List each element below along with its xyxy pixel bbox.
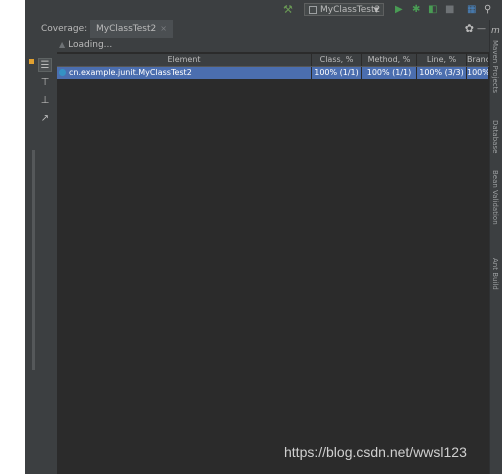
tool-maven-projects[interactable]: Maven Projects bbox=[491, 40, 499, 93]
ide-window: ⚒ MyClassTest2 ▼ ▶ ✱ ◧ ■ ▦ ⚲ Coverage: M… bbox=[25, 0, 502, 474]
coverage-content: ▲ Loading... Element Class, % Method, % L… bbox=[57, 38, 489, 474]
cell-element: cn.example.junit.MyClassTest2 bbox=[57, 67, 312, 79]
main-toolbar: ⚒ MyClassTest2 ▼ ▶ ✱ ◧ ■ ▦ ⚲ bbox=[25, 0, 502, 21]
watermark-text: https://blog.csdn.net/wwsl123 bbox=[284, 444, 467, 460]
loading-text: Loading... bbox=[68, 40, 113, 50]
hammer-icon[interactable]: ⚒ bbox=[283, 3, 293, 17]
filter-icon[interactable]: ⊤ bbox=[38, 76, 52, 90]
config-icon bbox=[309, 5, 317, 14]
coverage-side-toolbar: ☰ ⊤ ⊥ ↗ bbox=[35, 38, 58, 474]
filter-down-icon[interactable]: ⊥ bbox=[38, 94, 52, 108]
tool-ant-build[interactable]: Ant Build bbox=[491, 258, 499, 290]
column-header-method[interactable]: Method, % bbox=[362, 54, 417, 66]
cell-class-pct: 100% (1/1) bbox=[312, 67, 362, 79]
table-header: Element Class, % Method, % Line, % Branc… bbox=[57, 54, 489, 67]
table-row[interactable]: cn.example.junit.MyClassTest2 100% (1/1)… bbox=[57, 67, 489, 79]
column-header-class[interactable]: Class, % bbox=[312, 54, 362, 66]
package-icon bbox=[59, 69, 66, 76]
export-icon[interactable]: ↗ bbox=[38, 112, 52, 126]
tab-myclasstest2[interactable]: MyClassTest2 × bbox=[90, 20, 173, 38]
maven-m-icon: m bbox=[491, 26, 500, 36]
toolwindow-title: Coverage: bbox=[41, 24, 88, 34]
run-configuration-select[interactable]: MyClassTest2 ▼ bbox=[304, 3, 384, 16]
tool-bean-validation[interactable]: Bean Validation bbox=[491, 170, 499, 225]
search-icon[interactable]: ⚲ bbox=[484, 3, 491, 17]
coverage-toolwindow-header: Coverage: MyClassTest2 × ✿ — bbox=[35, 20, 489, 38]
project-structure-icon[interactable]: ▦ bbox=[467, 3, 476, 17]
debug-icon[interactable]: ✱ bbox=[412, 3, 420, 17]
cell-branch-pct: 100% (0/0) bbox=[467, 67, 489, 79]
cell-line-pct: 100% (3/3) bbox=[417, 67, 467, 79]
column-header-element[interactable]: Element bbox=[57, 54, 312, 66]
chevron-down-icon: ▼ bbox=[373, 6, 379, 14]
left-editor-strip bbox=[25, 20, 35, 474]
column-header-branch[interactable]: Branch, % bbox=[467, 54, 489, 66]
right-tool-strip: m Maven Projects Database Bean Validatio… bbox=[489, 20, 502, 474]
column-header-line[interactable]: Line, % bbox=[417, 54, 467, 66]
element-name: cn.example.junit.MyClassTest2 bbox=[69, 68, 192, 77]
coverage-icon[interactable]: ◧ bbox=[428, 3, 437, 17]
gear-icon[interactable]: ✿ bbox=[465, 20, 474, 38]
flatten-packages-icon[interactable]: ☰ bbox=[38, 58, 52, 72]
stop-icon[interactable]: ■ bbox=[445, 3, 454, 17]
bookmark-marker bbox=[29, 59, 34, 64]
run-icon[interactable]: ▶ bbox=[395, 3, 403, 17]
coverage-table: Element Class, % Method, % Line, % Bran c… bbox=[57, 54, 489, 79]
up-arrow-icon[interactable]: ▲ bbox=[59, 40, 65, 49]
tool-database[interactable]: Database bbox=[491, 120, 499, 153]
cell-method-pct: 100% (1/1) bbox=[362, 67, 417, 79]
loading-row: ▲ Loading... bbox=[57, 38, 489, 52]
run-config-label: MyClassTest2 bbox=[320, 5, 381, 15]
close-icon[interactable]: × bbox=[160, 24, 167, 33]
minimize-icon[interactable]: — bbox=[477, 20, 486, 38]
tab-label: MyClassTest2 bbox=[96, 24, 157, 34]
